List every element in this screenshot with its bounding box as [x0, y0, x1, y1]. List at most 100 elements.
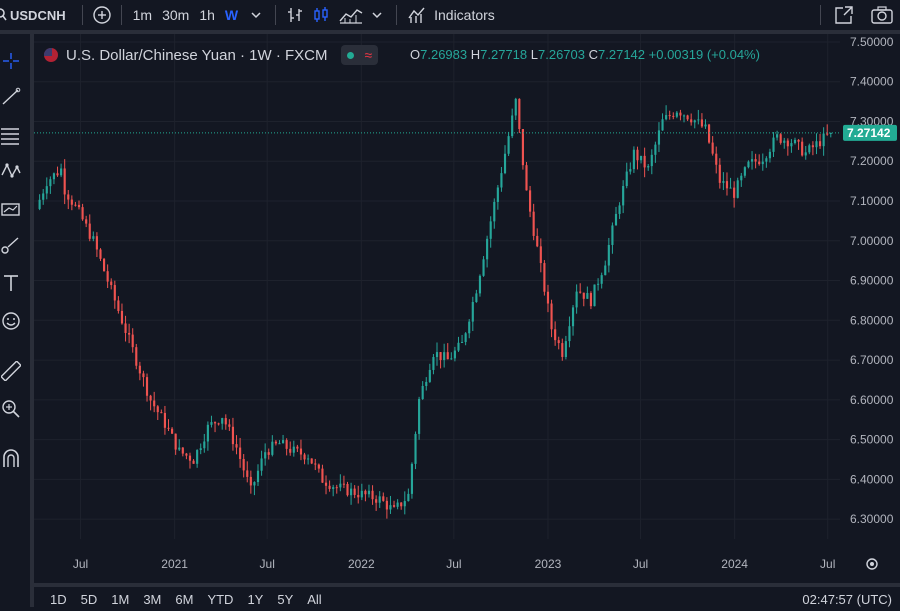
candle [74, 202, 76, 207]
symbol-search[interactable]: USDCNH [10, 8, 66, 23]
price-chart[interactable]: 7.500007.400007.300007.200007.100007.000… [34, 34, 900, 579]
candle [729, 178, 731, 189]
bar-chart-icon[interactable] [282, 2, 308, 28]
candle-body [726, 181, 728, 188]
candle [429, 364, 431, 383]
compare-add-icon[interactable] [89, 2, 115, 28]
high-label: H [471, 47, 480, 62]
candle [622, 180, 624, 213]
candle-body [178, 448, 180, 450]
candle [46, 177, 48, 199]
emoji-icon[interactable] [0, 310, 22, 332]
candle [307, 454, 309, 464]
fib-lines-icon[interactable] [0, 124, 22, 146]
ruler-icon[interactable] [0, 360, 22, 382]
candle [765, 156, 767, 168]
interval-w[interactable]: W [220, 7, 243, 23]
candle [690, 114, 692, 126]
candle-body [611, 225, 613, 245]
brush-icon[interactable] [0, 234, 22, 256]
candle [257, 464, 259, 486]
area-chart-icon[interactable] [338, 2, 364, 28]
magnet-icon[interactable] [0, 448, 22, 470]
y-tick-label: 7.50000 [850, 35, 894, 49]
candle-body [622, 186, 624, 205]
candle [776, 131, 778, 141]
candle-body [182, 448, 184, 454]
candle-body [758, 162, 760, 164]
candle [196, 449, 198, 468]
close-label: C [589, 47, 598, 62]
candle-body [615, 214, 617, 226]
utc-clock[interactable]: 02:47:57 (UTC) [802, 592, 892, 607]
search-icon[interactable] [0, 8, 8, 22]
candle [332, 485, 334, 496]
range-all[interactable]: All [300, 592, 328, 607]
candle-body [601, 275, 603, 284]
trend-line-icon[interactable] [0, 86, 22, 108]
camera-icon[interactable] [869, 2, 895, 28]
divider [275, 5, 276, 25]
range-ytd[interactable]: YTD [200, 592, 240, 607]
candle [275, 440, 277, 445]
chevron-down-icon[interactable] [364, 2, 390, 28]
candle [382, 493, 384, 502]
indicators-button[interactable]: Indicators [407, 6, 495, 24]
candle [318, 464, 320, 473]
range-1d[interactable]: 1D [34, 592, 74, 607]
market-status-badge[interactable]: ≈ [341, 45, 378, 65]
forecast-icon[interactable] [0, 198, 22, 220]
candle-body [819, 141, 821, 146]
candle-body [271, 442, 273, 455]
candle [783, 138, 785, 149]
interval-30m[interactable]: 30m [157, 7, 194, 23]
range-5y[interactable]: 5Y [270, 592, 300, 607]
candle-body [525, 165, 527, 190]
candle-body [812, 145, 814, 147]
candle-body [640, 156, 642, 160]
pattern-icon[interactable] [0, 160, 22, 182]
range-3m[interactable]: 3M [136, 592, 168, 607]
interval-1m[interactable]: 1m [128, 7, 157, 23]
settings-icon[interactable] [867, 559, 877, 569]
candles-icon[interactable] [308, 2, 334, 28]
x-tick-label: Jul [260, 557, 275, 571]
y-tick-label: 6.70000 [850, 353, 894, 367]
candle [543, 260, 545, 296]
range-5d[interactable]: 5D [74, 592, 105, 607]
y-tick-label: 6.60000 [850, 393, 894, 407]
candle-body [157, 406, 159, 412]
candle-body [780, 134, 782, 143]
interval-1h[interactable]: 1h [194, 7, 220, 23]
candle [547, 285, 549, 312]
candle-body [329, 486, 331, 489]
candle [461, 335, 463, 343]
candle-body [53, 173, 55, 179]
divider [820, 5, 821, 25]
y-tick-label: 6.90000 [850, 274, 894, 288]
candle-body [64, 168, 66, 194]
candle-body [303, 454, 305, 459]
candle-body [540, 246, 542, 263]
candle-body [486, 239, 488, 259]
fullscreen-icon[interactable] [831, 2, 857, 28]
range-6m[interactable]: 6M [168, 592, 200, 607]
price-axis[interactable]: 7.500007.400007.300007.200007.100007.000… [850, 35, 894, 526]
text-tool-icon[interactable] [0, 272, 22, 294]
candle-body [744, 167, 746, 176]
high-value: 7.27718 [480, 47, 527, 62]
legend-title[interactable]: U.S. Dollar/Chinese Yuan · 1W · FXCM [66, 47, 327, 64]
chevron-down-icon[interactable] [243, 2, 269, 28]
candle [626, 163, 628, 189]
time-axis[interactable]: Jul2021Jul2022Jul2023Jul2024Jul [73, 557, 836, 571]
candle-body [543, 263, 545, 292]
candle-body [550, 304, 552, 330]
candle-body [479, 276, 481, 294]
candle [540, 238, 542, 272]
range-1y[interactable]: 1Y [240, 592, 270, 607]
crosshair-icon[interactable] [0, 50, 22, 72]
zoom-in-icon[interactable] [0, 398, 22, 420]
candle-body [375, 499, 377, 503]
range-1m[interactable]: 1M [104, 592, 136, 607]
candle [89, 214, 91, 241]
